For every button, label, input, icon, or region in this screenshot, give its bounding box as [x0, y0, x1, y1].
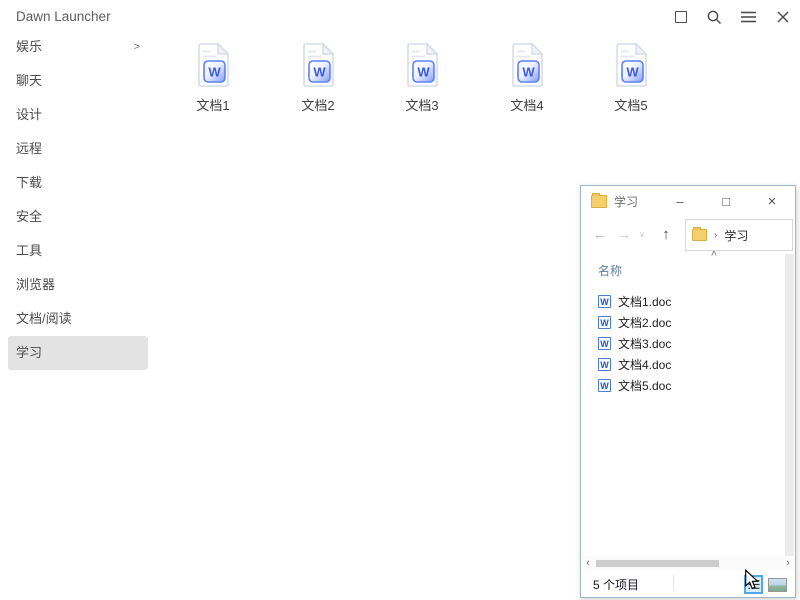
breadcrumb-chevron-icon: ›	[714, 230, 717, 241]
sidebar-item-label: 安全	[16, 209, 42, 224]
launcher-item-doc5[interactable]: 文档5	[579, 42, 683, 114]
search-button[interactable]	[701, 5, 727, 29]
sidebar-item-documents-reading[interactable]: 文档/阅读	[8, 302, 148, 336]
word-file-icon: W	[598, 358, 611, 371]
explorer-statusbar: 5 个项目	[581, 570, 795, 597]
explorer-window-controls: – □ ×	[657, 186, 795, 216]
sidebar-item-label: 文档/阅读	[16, 311, 72, 326]
sidebar-item-study[interactable]: 学习	[8, 336, 148, 370]
scroll-right-arrow[interactable]: ›	[782, 556, 794, 571]
sidebar-item-label: 下载	[16, 175, 42, 190]
back-arrow-icon: ←	[593, 226, 608, 243]
sidebar-item-remote[interactable]: 远程	[8, 132, 148, 166]
sidebar-item-entertainment[interactable]: 娱乐 >	[8, 30, 148, 64]
sidebar-item-label: 浏览器	[16, 277, 55, 292]
file-name: 文档2.doc	[618, 314, 671, 331]
launcher-item-label: 文档3	[370, 95, 474, 114]
folder-icon	[591, 195, 607, 208]
word-file-icon: W	[598, 316, 611, 329]
file-row[interactable]: W 文档2.doc	[581, 312, 783, 333]
dawn-launcher-window: Dawn Launcher 娱乐 > 聊天 设计 远程 下载 安全 工具	[0, 0, 800, 600]
launcher-item-doc2[interactable]: 文档2	[266, 42, 370, 114]
explorer-titlebar: 学习 – □ ×	[581, 186, 795, 216]
restore-window-button[interactable]	[668, 5, 694, 29]
menu-icon	[741, 11, 756, 23]
minimize-button[interactable]: –	[657, 186, 703, 216]
word-file-icon: W	[598, 337, 611, 350]
launcher-item-label: 文档4	[475, 95, 579, 114]
search-icon	[706, 9, 723, 26]
word-document-icon	[400, 42, 444, 90]
folder-icon	[692, 229, 707, 241]
file-row[interactable]: W 文档5.doc	[581, 375, 783, 396]
sidebar-item-browser[interactable]: 浏览器	[8, 268, 148, 302]
file-name: 文档4.doc	[618, 356, 671, 373]
forward-button[interactable]: →	[613, 216, 635, 252]
thumbnails-view-button[interactable]	[768, 578, 787, 592]
restore-icon	[675, 11, 687, 23]
sidebar-item-label: 工具	[16, 243, 42, 258]
explorer-window-title: 学习	[614, 193, 638, 210]
launcher-item-label: 文档2	[266, 95, 370, 114]
breadcrumb[interactable]: 学习	[724, 227, 748, 244]
sort-ascending-icon: ^	[711, 250, 717, 261]
scroll-left-arrow[interactable]: ‹	[582, 556, 594, 571]
file-name: 文档5.doc	[618, 377, 671, 394]
statusbar-divider	[673, 575, 674, 591]
mouse-cursor	[744, 569, 759, 591]
word-file-icon: W	[598, 379, 611, 392]
column-header-name[interactable]: 名称	[598, 262, 622, 279]
sidebar-item-label: 学习	[16, 345, 42, 360]
launcher-item-doc3[interactable]: 文档3	[370, 42, 474, 114]
sidebar-item-label: 设计	[16, 107, 42, 122]
file-name: 文档1.doc	[618, 293, 671, 310]
items-count: 5 个项目	[593, 576, 639, 593]
word-document-icon	[296, 42, 340, 90]
close-button[interactable]	[770, 5, 796, 29]
launcher-item-doc1[interactable]: 文档1	[161, 42, 265, 114]
sidebar-item-security[interactable]: 安全	[8, 200, 148, 234]
file-row[interactable]: W 文档4.doc	[581, 354, 783, 375]
horizontal-scrollbar[interactable]: ‹ ›	[582, 556, 794, 571]
sidebar-item-design[interactable]: 设计	[8, 98, 148, 132]
word-document-icon	[191, 42, 235, 90]
sidebar-item-chat[interactable]: 聊天	[8, 64, 148, 98]
sidebar-item-label: 远程	[16, 141, 42, 156]
sidebar-item-download[interactable]: 下载	[8, 166, 148, 200]
word-document-icon	[505, 42, 549, 90]
maximize-button[interactable]: □	[703, 186, 749, 216]
forward-arrow-icon: →	[617, 226, 632, 243]
word-file-icon: W	[598, 295, 611, 308]
explorer-window: 学习 – □ × ← → ∨ ↑ › 学习 ^ 名称 W 文档1.doc W 文…	[580, 185, 796, 598]
recent-locations-button[interactable]: ∨	[635, 216, 649, 252]
menu-button[interactable]	[735, 5, 761, 29]
vertical-scrollbar[interactable]	[785, 254, 794, 556]
close-icon	[777, 11, 789, 23]
file-list: W 文档1.doc W 文档2.doc W 文档3.doc W 文档4.doc …	[581, 291, 783, 396]
app-title: Dawn Launcher	[16, 9, 111, 24]
address-bar[interactable]: › 学习	[685, 219, 793, 251]
launcher-item-label: 文档5	[579, 95, 683, 114]
file-row[interactable]: W 文档1.doc	[581, 291, 783, 312]
sidebar-item-tools[interactable]: 工具	[8, 234, 148, 268]
sidebar-item-label: 娱乐	[16, 39, 42, 54]
file-name: 文档3.doc	[618, 335, 671, 352]
sidebar: 娱乐 > 聊天 设计 远程 下载 安全 工具 浏览器 文档/阅读 学习	[8, 30, 148, 370]
file-row[interactable]: W 文档3.doc	[581, 333, 783, 354]
up-arrow-icon: ↑	[662, 226, 670, 243]
back-button[interactable]: ←	[589, 216, 611, 252]
submenu-chevron-icon: >	[134, 30, 140, 64]
dropdown-chevron-icon: ∨	[639, 230, 645, 239]
launcher-item-label: 文档1	[161, 95, 265, 114]
sidebar-item-label: 聊天	[16, 73, 42, 88]
up-button[interactable]: ↑	[653, 216, 679, 252]
launcher-item-doc4[interactable]: 文档4	[475, 42, 579, 114]
word-document-icon	[609, 42, 653, 90]
close-button[interactable]: ×	[749, 186, 795, 216]
scrollbar-thumb[interactable]	[596, 560, 719, 567]
